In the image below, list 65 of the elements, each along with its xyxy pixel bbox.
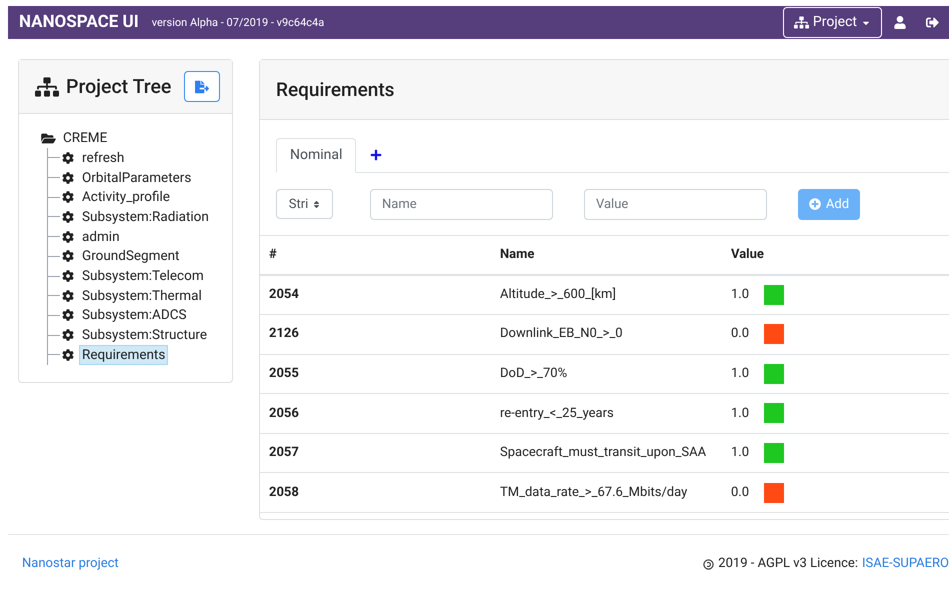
- value-field[interactable]: Value: [584, 188, 767, 220]
- export-button[interactable]: [184, 71, 220, 102]
- panel-title: Requirements: [276, 76, 394, 103]
- name-field[interactable]: Name: [370, 188, 553, 220]
- gear-icon: [62, 309, 74, 322]
- tree-item[interactable]: Subsystem:Radiation: [79, 206, 212, 227]
- tree-item[interactable]: CREME: [60, 128, 110, 148]
- gear-icon: [62, 210, 74, 223]
- table-cell: 2126: [260, 314, 500, 354]
- logout-icon[interactable]: [926, 16, 939, 30]
- tree-item[interactable]: Requirements: [79, 344, 168, 365]
- gear-icon: [62, 348, 74, 361]
- gear-icon: [62, 230, 74, 243]
- gear-icon: [62, 290, 74, 302]
- panel-title: Project Tree: [66, 74, 172, 100]
- version-text: version Alpha - 07/2019 - v9c64c4a: [152, 15, 324, 32]
- hierarchy-icon: [794, 16, 809, 30]
- gear-icon: [62, 329, 74, 342]
- table-cell-text: 1.0: [731, 286, 750, 304]
- tree-item[interactable]: refresh: [79, 148, 128, 168]
- table-cell: 2054: [260, 274, 500, 314]
- table-cell-text: 0.0: [731, 484, 750, 502]
- tab[interactable]: Nominal: [276, 138, 356, 174]
- tree-item[interactable]: Subsystem:Telecom: [79, 266, 207, 286]
- table-cell: DoD_>_70%: [500, 354, 731, 394]
- gear-icon: [62, 270, 74, 282]
- gear-icon: [62, 191, 74, 204]
- table-cell: 2055: [260, 354, 500, 394]
- table-cell: 2057: [260, 433, 500, 473]
- table-cell: 2056: [260, 394, 500, 434]
- table-cell: re-entry_<_25_years: [500, 394, 731, 434]
- tree-item[interactable]: OrbitalParameters: [79, 168, 194, 188]
- licence-link[interactable]: ISAE-SUPAERO: [862, 554, 949, 574]
- type-select[interactable]: Stri: [276, 189, 333, 220]
- file-export-icon: [195, 80, 210, 94]
- copyleft-icon: [703, 558, 714, 570]
- footer-link[interactable]: Nanostar project: [22, 554, 119, 574]
- table-cell: Altitude_>_600_[km]: [500, 274, 731, 314]
- table-cell: 2058: [260, 472, 500, 512]
- table-cell: Spacecraft_must_transit_upon_SAA: [500, 433, 731, 473]
- tree-item[interactable]: Subsystem:Structure: [79, 325, 210, 346]
- tree-item[interactable]: Subsystem:Thermal: [79, 286, 205, 306]
- gear-icon: [62, 172, 74, 184]
- column-header: Name: [500, 236, 731, 275]
- project-button[interactable]: Project: [782, 7, 882, 38]
- tree-item[interactable]: Subsystem:ADCS: [79, 305, 190, 326]
- user-icon[interactable]: [894, 16, 906, 30]
- column-header: Value: [731, 236, 949, 275]
- tree-item[interactable]: GroundSegment: [79, 246, 182, 266]
- sort-icon: [313, 200, 320, 209]
- table-cell-text: 1.0: [731, 404, 750, 423]
- hierarchy-icon: [35, 76, 59, 97]
- brand-title[interactable]: NANOSPACE UI: [19, 10, 139, 36]
- gear-icon: [62, 250, 74, 262]
- table-cell: TM_data_rate_>_67.6_Mbits/day: [500, 472, 731, 512]
- tree-item[interactable]: admin: [79, 226, 123, 247]
- gear-icon: [62, 152, 74, 164]
- table-cell-text: 1.0: [731, 444, 750, 462]
- tree-item[interactable]: Activity_profile: [79, 187, 173, 208]
- table-cell-text: 1.0: [731, 365, 750, 384]
- column-header: #: [260, 236, 500, 275]
- plus-icon: [370, 148, 382, 161]
- table-cell-text: 0.0: [731, 325, 750, 344]
- table-cell: Downlink_EB_N0_>_0: [500, 314, 731, 354]
- licence-text: 2019 - AGPL v3 Licence:: [718, 555, 858, 574]
